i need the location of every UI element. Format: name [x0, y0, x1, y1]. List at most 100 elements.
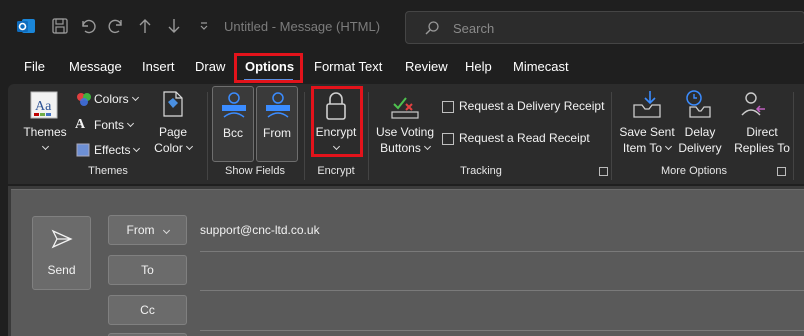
arrow-up-icon[interactable]	[133, 14, 157, 38]
fonts-label: Fonts	[94, 118, 125, 132]
tab-format-text[interactable]: Format Text	[314, 59, 382, 74]
delivery-receipt-label: Request a Delivery Receipt	[459, 99, 605, 113]
page-color-label-line1: Page	[158, 125, 188, 139]
themes-group-label: Themes	[88, 165, 128, 177]
tab-review[interactable]: Review	[405, 59, 448, 74]
direct-replies-icon	[739, 89, 769, 126]
arrow-down-icon[interactable]	[162, 14, 186, 38]
to-input[interactable]	[200, 257, 804, 283]
delay-delivery-icon	[684, 89, 714, 126]
search-input[interactable]: Search	[405, 11, 804, 44]
tab-mimecast[interactable]: Mimecast	[513, 59, 569, 74]
cc-input[interactable]	[200, 297, 804, 323]
group-divider	[304, 92, 305, 180]
effects-icon	[76, 143, 90, 162]
page-color-icon	[160, 90, 186, 123]
show-fields-group-label: Show Fields	[225, 165, 285, 177]
ribbon: Aa Themes Colors A Fonts Effects Page Col…	[8, 84, 804, 184]
redo-icon[interactable]	[104, 14, 128, 38]
voting-label-line2: Buttons	[380, 141, 421, 155]
cc-label: Cc	[140, 303, 155, 317]
direct-label-line2: Replies To	[734, 141, 790, 155]
from-dropdown-button[interactable]: From	[108, 215, 187, 245]
more-options-group-label: More Options	[660, 165, 728, 177]
page-color-label-line2: Color	[154, 141, 183, 155]
save-sent-item-button[interactable]: Save Sent Item To	[616, 124, 678, 156]
send-button[interactable]: Send	[32, 216, 91, 290]
save-sent-icon	[632, 89, 662, 126]
to-label: To	[141, 263, 154, 277]
group-divider	[368, 92, 369, 180]
outlook-logo-icon	[14, 14, 38, 38]
save-icon[interactable]	[48, 14, 72, 38]
themes-icon: Aa	[28, 91, 60, 126]
tab-help[interactable]: Help	[465, 59, 492, 74]
chevron-down-icon	[131, 93, 139, 102]
document-title: Untitled - Message (HTML)	[224, 19, 381, 34]
delay-label-line2: Delivery	[678, 141, 722, 155]
group-divider	[793, 92, 794, 180]
from-address: support@cnc-ltd.co.uk	[200, 223, 320, 237]
save-sent-label-line1: Save Sent	[619, 125, 675, 139]
tracking-dialog-launcher-icon[interactable]	[599, 167, 608, 176]
compose-header: Send From support@cnc-ltd.co.uk To Cc	[11, 189, 804, 336]
group-divider	[611, 92, 612, 180]
themes-label: Themes	[23, 125, 67, 139]
more-options-dialog-launcher-icon[interactable]	[777, 167, 786, 176]
send-label: Send	[47, 263, 76, 277]
encrypt-highlight	[311, 86, 363, 157]
read-receipt-label: Request a Read Receipt	[459, 131, 590, 145]
undo-icon[interactable]	[76, 14, 100, 38]
from-button-label: From	[126, 223, 155, 237]
save-sent-label-line2: Item To	[622, 141, 663, 155]
voting-label-line1: Use Voting	[375, 125, 435, 139]
options-tab-highlight	[234, 53, 303, 83]
chevron-down-icon	[133, 144, 141, 153]
voting-icon	[390, 90, 420, 125]
from-field-icon	[264, 91, 292, 126]
bcc-label: Bcc	[222, 126, 243, 140]
bcc-toggle[interactable]: Bcc	[212, 86, 254, 162]
customize-toolbar-icon[interactable]	[192, 14, 216, 38]
title-bar: Untitled - Message (HTML) Search	[0, 0, 804, 52]
svg-text:Aa: Aa	[35, 99, 52, 114]
tab-insert[interactable]: Insert	[142, 59, 175, 74]
direct-replies-button[interactable]: Direct Replies To	[728, 124, 796, 156]
colors-icon	[76, 92, 92, 111]
themes-button[interactable]: Themes	[20, 124, 70, 156]
chevron-down-icon	[41, 142, 49, 151]
colors-label: Colors	[94, 92, 129, 106]
read-receipt-checkbox[interactable]	[442, 133, 454, 145]
chevron-down-icon	[665, 142, 673, 151]
tab-draw[interactable]: Draw	[195, 59, 225, 74]
delay-label-line1: Delay	[684, 125, 716, 139]
from-label: From	[263, 126, 291, 140]
tab-file[interactable]: File	[24, 59, 45, 74]
send-icon	[51, 229, 73, 249]
tracking-group-label: Tracking	[460, 165, 502, 177]
effects-button[interactable]: Effects	[94, 142, 141, 158]
field-divider	[200, 251, 804, 252]
group-divider	[207, 92, 208, 180]
delivery-receipt-checkbox[interactable]	[442, 101, 454, 113]
from-toggle[interactable]: From	[256, 86, 298, 162]
colors-button[interactable]: Colors	[94, 91, 139, 107]
chevron-down-icon	[162, 226, 170, 234]
fonts-button[interactable]: Fonts	[94, 117, 135, 133]
search-icon	[424, 20, 440, 41]
delay-delivery-button[interactable]: Delay Delivery	[676, 124, 724, 156]
encrypt-group-label: Encrypt	[317, 165, 355, 177]
chevron-down-icon	[126, 119, 135, 128]
menu-bar: File Message Insert Draw Options Format …	[0, 52, 804, 84]
to-button[interactable]: To	[108, 255, 187, 285]
cc-button[interactable]: Cc	[108, 295, 187, 325]
field-divider	[200, 330, 804, 331]
chevron-down-icon	[423, 142, 431, 151]
page-color-button[interactable]: Page Color	[148, 124, 198, 156]
tab-message[interactable]: Message	[69, 59, 122, 74]
field-divider	[200, 290, 804, 291]
voting-buttons-button[interactable]: Use Voting Buttons	[373, 124, 437, 156]
chevron-down-icon	[185, 142, 193, 151]
bcc-icon	[220, 91, 248, 126]
direct-label-line1: Direct	[746, 125, 778, 139]
